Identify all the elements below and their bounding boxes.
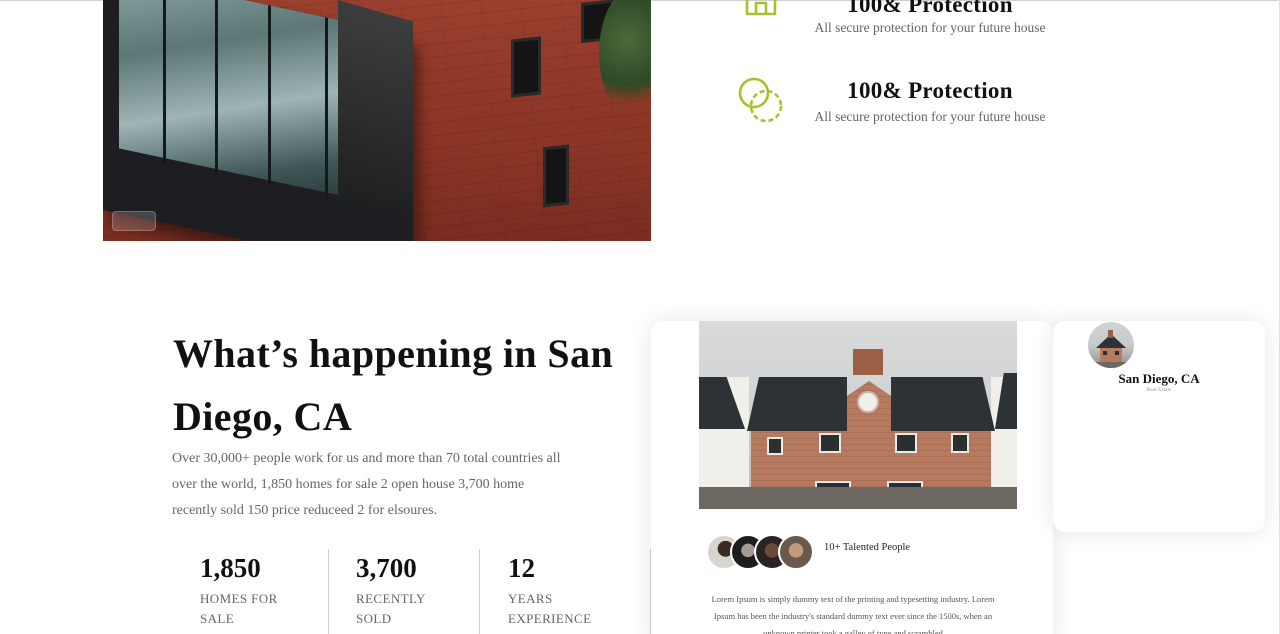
stat-label: RECENTLY SOLD: [356, 591, 426, 626]
feature-protection-1: 100& Protection All secure protection fo…: [736, 0, 1096, 35]
location-name: San Diego, CA: [1118, 371, 1200, 386]
feature-title: 100& Protection: [847, 78, 1013, 103]
feature-description: All secure protection for your future ho…: [814, 109, 1046, 124]
avatar: [778, 534, 814, 570]
house-photo: [699, 321, 1017, 509]
photo-watermark: [112, 211, 156, 231]
feature-title: 100& Protection: [847, 0, 1013, 17]
property-card[interactable]: 10+ Talented People Lorem Ipsum is simpl…: [651, 321, 1053, 634]
stat-years-experience: 12 YEARS EXPERIENCE: [479, 549, 650, 634]
stat-value: 12: [508, 553, 535, 583]
card-description: Lorem Ipsum is simply dummy text of the …: [711, 594, 995, 634]
location-avatar: [1088, 322, 1134, 368]
stat-homes-for-sale: 1,850 HOMES FOR SALE: [172, 549, 328, 634]
talent-count: 10+ Talented People: [824, 542, 911, 553]
section-lead-text: Over 30,000+ people work for us and more…: [172, 451, 561, 518]
stat-label: HOMES FOR SALE: [200, 591, 278, 626]
stat-label: YEARS EXPERIENCE: [508, 591, 592, 626]
location-role: Real Estate: [1146, 387, 1172, 393]
stat-value: 3,700: [356, 553, 417, 583]
stat-recently-sold: 3,700 RECENTLY SOLD: [328, 549, 479, 634]
location-card[interactable]: San Diego, CA Real Estate: [1053, 321, 1265, 532]
feature-protection-2: 100& Protection All secure protection fo…: [736, 76, 1096, 136]
stat-value: 1,850: [200, 553, 261, 583]
page: 100& Protection All secure protection fo…: [0, 0, 1280, 634]
team-avatars: [706, 534, 816, 570]
section-heading: What’s happening in San Diego, CA: [173, 331, 614, 439]
building-photo: [103, 0, 651, 241]
feature-description: All secure protection for your future ho…: [814, 20, 1046, 35]
